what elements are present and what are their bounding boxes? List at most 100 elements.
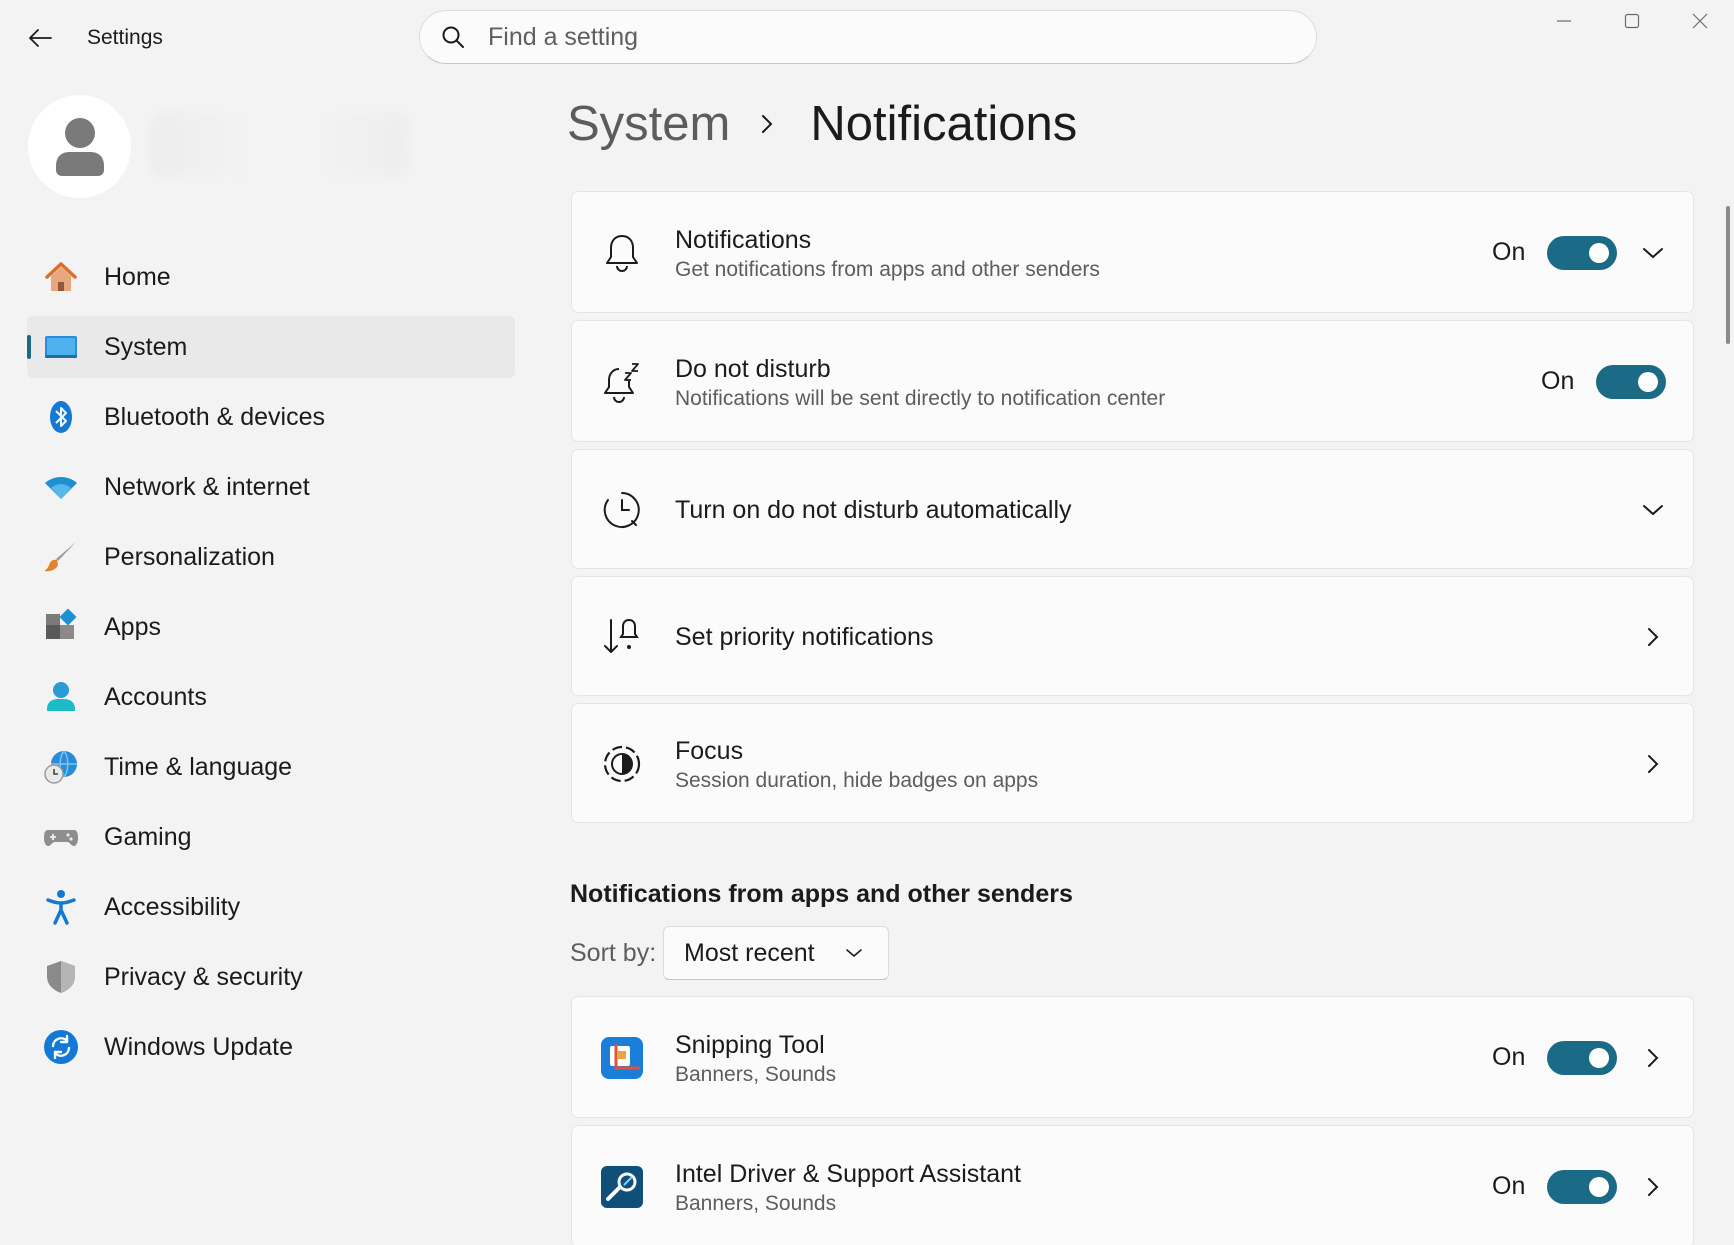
navigate-button[interactable] [1638, 1172, 1668, 1202]
expand-button[interactable] [1638, 238, 1668, 268]
maximize-icon [1624, 13, 1640, 29]
sidebar-item-label: Windows Update [104, 1032, 293, 1061]
setting-subtitle: Get notifications from apps and other se… [675, 258, 1100, 281]
chevron-right-icon [1648, 755, 1659, 773]
sidebar-item-label: Gaming [104, 822, 192, 851]
setting-subtitle: Notifications will be sent directly to n… [675, 387, 1166, 410]
accessibility-icon [43, 889, 79, 925]
sidebar-item-windows-update[interactable]: Windows Update [27, 1016, 515, 1078]
sidebar-item-label: Home [104, 262, 171, 291]
wifi-icon [43, 469, 79, 505]
clock-icon [600, 488, 644, 532]
bell-snooze-icon [600, 360, 644, 404]
priority-icon [600, 615, 644, 659]
close-icon [1692, 13, 1708, 29]
setting-title: Set priority notifications [675, 623, 934, 651]
section-title: Notifications from apps and other sender… [570, 880, 1073, 908]
do-not-disturb-setting[interactable]: Do not disturb Notifications will be sen… [571, 320, 1694, 442]
sidebar-item-label: Personalization [104, 542, 275, 571]
scrollbar[interactable] [1726, 206, 1730, 344]
avatar[interactable] [28, 95, 131, 198]
snipping-tool-toggle[interactable] [1547, 1041, 1617, 1075]
sidebar-item-accounts[interactable]: Accounts [27, 666, 515, 728]
bluetooth-icon [43, 399, 79, 435]
sort-label: Sort by: [570, 939, 657, 967]
app-detail: Banners, Sounds [675, 1192, 837, 1215]
sidebar-item-system[interactable]: System [27, 316, 515, 378]
sidebar-item-label: Time & language [104, 752, 293, 781]
update-icon [43, 1029, 79, 1065]
navigate-button[interactable] [1638, 749, 1668, 779]
do-not-disturb-toggle[interactable] [1596, 365, 1666, 399]
minimize-button[interactable] [1530, 4, 1598, 38]
chevron-right-icon [760, 113, 782, 135]
sidebar-item-personalization[interactable]: Personalization [27, 526, 515, 588]
profile-info-blurred [150, 112, 410, 178]
toggle-state-label: On [1492, 238, 1526, 266]
intel-dsa-toggle[interactable] [1547, 1170, 1617, 1204]
chevron-down-icon [846, 949, 862, 958]
sidebar-item-label: Privacy & security [104, 962, 303, 991]
sidebar: Home System Bluetooth & devices Network … [27, 246, 515, 1086]
dnd-automatic-setting[interactable]: Turn on do not disturb automatically [571, 449, 1694, 569]
notifications-setting[interactable]: Notifications Get notifications from app… [571, 191, 1694, 313]
sort-value: Most recent [684, 938, 815, 967]
sidebar-item-home[interactable]: Home [27, 246, 515, 308]
priority-notifications-setting[interactable]: Set priority notifications [571, 576, 1694, 696]
home-icon [43, 259, 79, 295]
expand-button[interactable] [1638, 495, 1668, 525]
setting-title: Do not disturb [675, 355, 831, 383]
chevron-right-icon [1648, 1049, 1659, 1067]
app-row-snipping-tool[interactable]: Snipping Tool Banners, Sounds On [571, 996, 1694, 1118]
shield-icon [43, 959, 79, 995]
account-icon [43, 679, 79, 715]
apps-icon [43, 609, 79, 645]
sidebar-item-time-language[interactable]: Time & language [27, 736, 515, 798]
sidebar-item-network[interactable]: Network & internet [27, 456, 515, 518]
focus-setting[interactable]: Focus Session duration, hide badges on a… [571, 703, 1694, 823]
app-row-intel-dsa[interactable]: Intel Driver & Support Assistant Banners… [571, 1125, 1694, 1245]
sidebar-item-gaming[interactable]: Gaming [27, 806, 515, 868]
minimize-icon [1557, 20, 1571, 22]
notifications-toggle[interactable] [1547, 236, 1617, 270]
back-arrow-icon [29, 29, 52, 47]
back-button[interactable] [22, 22, 58, 54]
toggle-state-label: On [1492, 1172, 1526, 1200]
sidebar-item-privacy[interactable]: Privacy & security [27, 946, 515, 1008]
brush-icon [43, 539, 79, 575]
navigate-button[interactable] [1638, 1043, 1668, 1073]
sidebar-item-label: Accounts [104, 682, 207, 711]
sidebar-item-apps[interactable]: Apps [27, 596, 515, 658]
maximize-button[interactable] [1598, 4, 1666, 38]
gamepad-icon [43, 819, 79, 855]
focus-icon [600, 742, 644, 786]
breadcrumb: System Notifications [567, 96, 1077, 152]
search-box[interactable] [419, 10, 1317, 64]
page-title: Notifications [810, 97, 1078, 151]
sidebar-item-label: Accessibility [104, 892, 241, 921]
chevron-right-icon [1648, 628, 1659, 646]
app-name: Snipping Tool [675, 1031, 825, 1059]
app-detail: Banners, Sounds [675, 1063, 837, 1086]
sidebar-item-label: System [104, 332, 188, 361]
setting-subtitle: Session duration, hide badges on apps [675, 769, 1039, 792]
bell-icon [600, 231, 644, 275]
close-button[interactable] [1666, 4, 1734, 38]
sidebar-item-label: Apps [104, 612, 161, 641]
sort-dropdown[interactable]: Most recent [663, 926, 889, 980]
intel-assistant-icon [600, 1165, 644, 1209]
setting-title: Focus [675, 737, 744, 765]
system-icon [43, 329, 79, 365]
globe-clock-icon [43, 749, 79, 785]
chevron-down-icon [1643, 248, 1663, 259]
sidebar-item-bluetooth[interactable]: Bluetooth & devices [27, 386, 515, 448]
sidebar-item-label: Bluetooth & devices [104, 402, 325, 431]
search-input[interactable] [488, 22, 1268, 52]
sidebar-item-label: Network & internet [104, 472, 310, 501]
breadcrumb-parent[interactable]: System [567, 96, 730, 152]
navigate-button[interactable] [1638, 622, 1668, 652]
snipping-tool-icon [600, 1036, 644, 1080]
setting-title: Notifications [675, 226, 812, 254]
chevron-down-icon [1643, 505, 1663, 516]
sidebar-item-accessibility[interactable]: Accessibility [27, 876, 515, 938]
